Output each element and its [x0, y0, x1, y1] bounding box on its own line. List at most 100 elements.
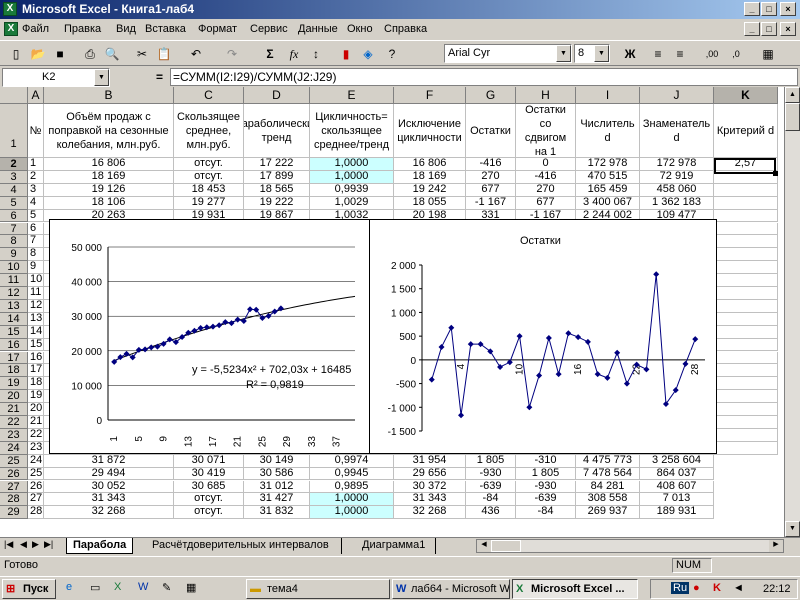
menu-view[interactable]: Вид	[116, 23, 136, 35]
cell[interactable]: 270	[466, 170, 516, 184]
menu-window[interactable]: Окно	[347, 23, 373, 35]
row-header[interactable]: 21	[0, 403, 28, 416]
cell[interactable]: 0	[516, 158, 576, 171]
row-header[interactable]: 2	[0, 158, 28, 171]
row-header[interactable]: 19	[0, 377, 28, 391]
cell[interactable]: 72 919	[640, 170, 714, 184]
close-button[interactable]: ×	[780, 2, 796, 16]
column-header[interactable]: C	[174, 87, 244, 104]
row-header[interactable]: 1	[0, 104, 28, 158]
cell[interactable]: 31 872	[44, 454, 174, 468]
scroll-left-icon[interactable]: ◀	[477, 540, 491, 552]
column-header[interactable]: B	[44, 87, 174, 104]
cell[interactable]: отсут.	[174, 493, 244, 507]
scroll-down-icon[interactable]: ▼	[785, 521, 800, 537]
cell[interactable]: 5	[28, 209, 44, 223]
row-header[interactable]: 13	[0, 299, 28, 313]
menu-file[interactable]: Файл	[22, 23, 49, 35]
fill-handle[interactable]	[773, 171, 778, 176]
tab-next-icon[interactable]: ▶	[32, 539, 39, 550]
preview-icon[interactable]: 🔍	[102, 44, 122, 64]
cell[interactable]: Цикличность= скользящее среднее/тренд	[310, 104, 394, 158]
cell[interactable]: 24	[28, 454, 44, 468]
start-button[interactable]: ⊞ Пуск	[2, 579, 56, 599]
cell[interactable]: 4 475 773	[576, 454, 640, 468]
cell[interactable]: -84	[516, 506, 576, 520]
cell[interactable]: 19	[28, 390, 44, 404]
cell[interactable]	[714, 261, 778, 275]
new-icon[interactable]: ▯	[6, 44, 26, 64]
cell[interactable]	[714, 416, 778, 429]
cell[interactable]	[714, 428, 778, 442]
cell[interactable]: 19 222	[244, 196, 310, 210]
cell[interactable]: 3	[28, 183, 44, 197]
scroll-thumb[interactable]	[785, 103, 800, 131]
menu-edit[interactable]: Правка	[64, 23, 101, 35]
cell[interactable]: 16	[28, 351, 44, 365]
maximize-button[interactable]: □	[761, 2, 777, 16]
doc-minimize-button[interactable]: _	[744, 22, 760, 36]
font-name-select[interactable]: Arial Cyr ▼	[444, 44, 572, 63]
cell[interactable]: 18	[28, 377, 44, 391]
cell[interactable]	[714, 338, 778, 352]
cell[interactable]: 6	[28, 222, 44, 236]
excel-quick-icon[interactable]: X	[114, 581, 121, 593]
cell[interactable]: 18 055	[394, 196, 466, 210]
cell[interactable]: 28	[28, 506, 44, 520]
cell[interactable]: 26	[28, 480, 44, 494]
function-icon[interactable]: fx	[284, 44, 304, 64]
menu-tools[interactable]: Сервис	[250, 23, 288, 35]
desktop-icon[interactable]: ▭	[90, 581, 100, 594]
cell[interactable]: 29 656	[394, 467, 466, 481]
cell[interactable]	[714, 377, 778, 391]
cell[interactable]: 31 343	[44, 493, 174, 507]
cell[interactable]: 436	[466, 506, 516, 520]
decrease-decimal-icon[interactable]: ,0	[726, 44, 746, 64]
cut-icon[interactable]: ✂	[132, 44, 152, 64]
row-header[interactable]: 3	[0, 170, 28, 184]
bold-button[interactable]: Ж	[620, 44, 640, 64]
cell[interactable]: -84	[466, 493, 516, 507]
cell[interactable]: 31 012	[244, 480, 310, 494]
cell[interactable]: -1 167	[466, 196, 516, 210]
cell[interactable]: 1 805	[516, 467, 576, 481]
cell[interactable]	[714, 222, 778, 236]
print-icon[interactable]: ⎙	[80, 44, 100, 64]
cell[interactable]: 18 169	[44, 170, 174, 184]
cell[interactable]: 18 169	[394, 170, 466, 184]
column-header[interactable]: A	[28, 87, 44, 104]
cell[interactable]	[714, 325, 778, 339]
cell[interactable]: 165 459	[576, 183, 640, 197]
cell[interactable]: 23	[28, 441, 44, 455]
cell[interactable]: 17 222	[244, 158, 310, 171]
cell[interactable]: 31 832	[244, 506, 310, 520]
column-header[interactable]: F	[394, 87, 466, 104]
cell[interactable]: 7 013	[640, 493, 714, 507]
cell[interactable]: -416	[466, 158, 516, 171]
cell[interactable]: 30 149	[244, 454, 310, 468]
cell[interactable]: 270	[516, 183, 576, 197]
cell[interactable]: 30 372	[394, 480, 466, 494]
cell[interactable]: 677	[516, 196, 576, 210]
vertical-scrollbar[interactable]: ▲ ▼	[784, 87, 800, 537]
cell[interactable]: 0,9974	[310, 454, 394, 468]
cell[interactable]: 172 978	[640, 158, 714, 171]
tab-confidence-intervals[interactable]: Расчётдоверительных интервалов	[140, 538, 342, 554]
chevron-down-icon[interactable]: ▼	[94, 69, 109, 86]
cell[interactable]: 0,9895	[310, 480, 394, 494]
cell[interactable]: 7	[28, 235, 44, 249]
cell[interactable]: 32 268	[44, 506, 174, 520]
tab-diagram1[interactable]: Диаграмма1	[352, 538, 437, 554]
cell[interactable]: 18 453	[174, 183, 244, 197]
row-header[interactable]: 6	[0, 209, 28, 223]
scroll-up-icon[interactable]: ▲	[785, 87, 800, 103]
align-center-icon[interactable]: ≡	[670, 44, 690, 64]
cell[interactable]: -930	[516, 480, 576, 494]
cell[interactable]: 10	[28, 274, 44, 287]
cell[interactable]: -639	[466, 480, 516, 494]
cell[interactable]	[714, 196, 778, 210]
column-header[interactable]: D	[244, 87, 310, 104]
taskbar-item-word[interactable]: Wлаб64 - Microsoft Word	[392, 579, 510, 599]
cell[interactable]: 19 126	[44, 183, 174, 197]
menu-insert[interactable]: Вставка	[145, 23, 186, 35]
